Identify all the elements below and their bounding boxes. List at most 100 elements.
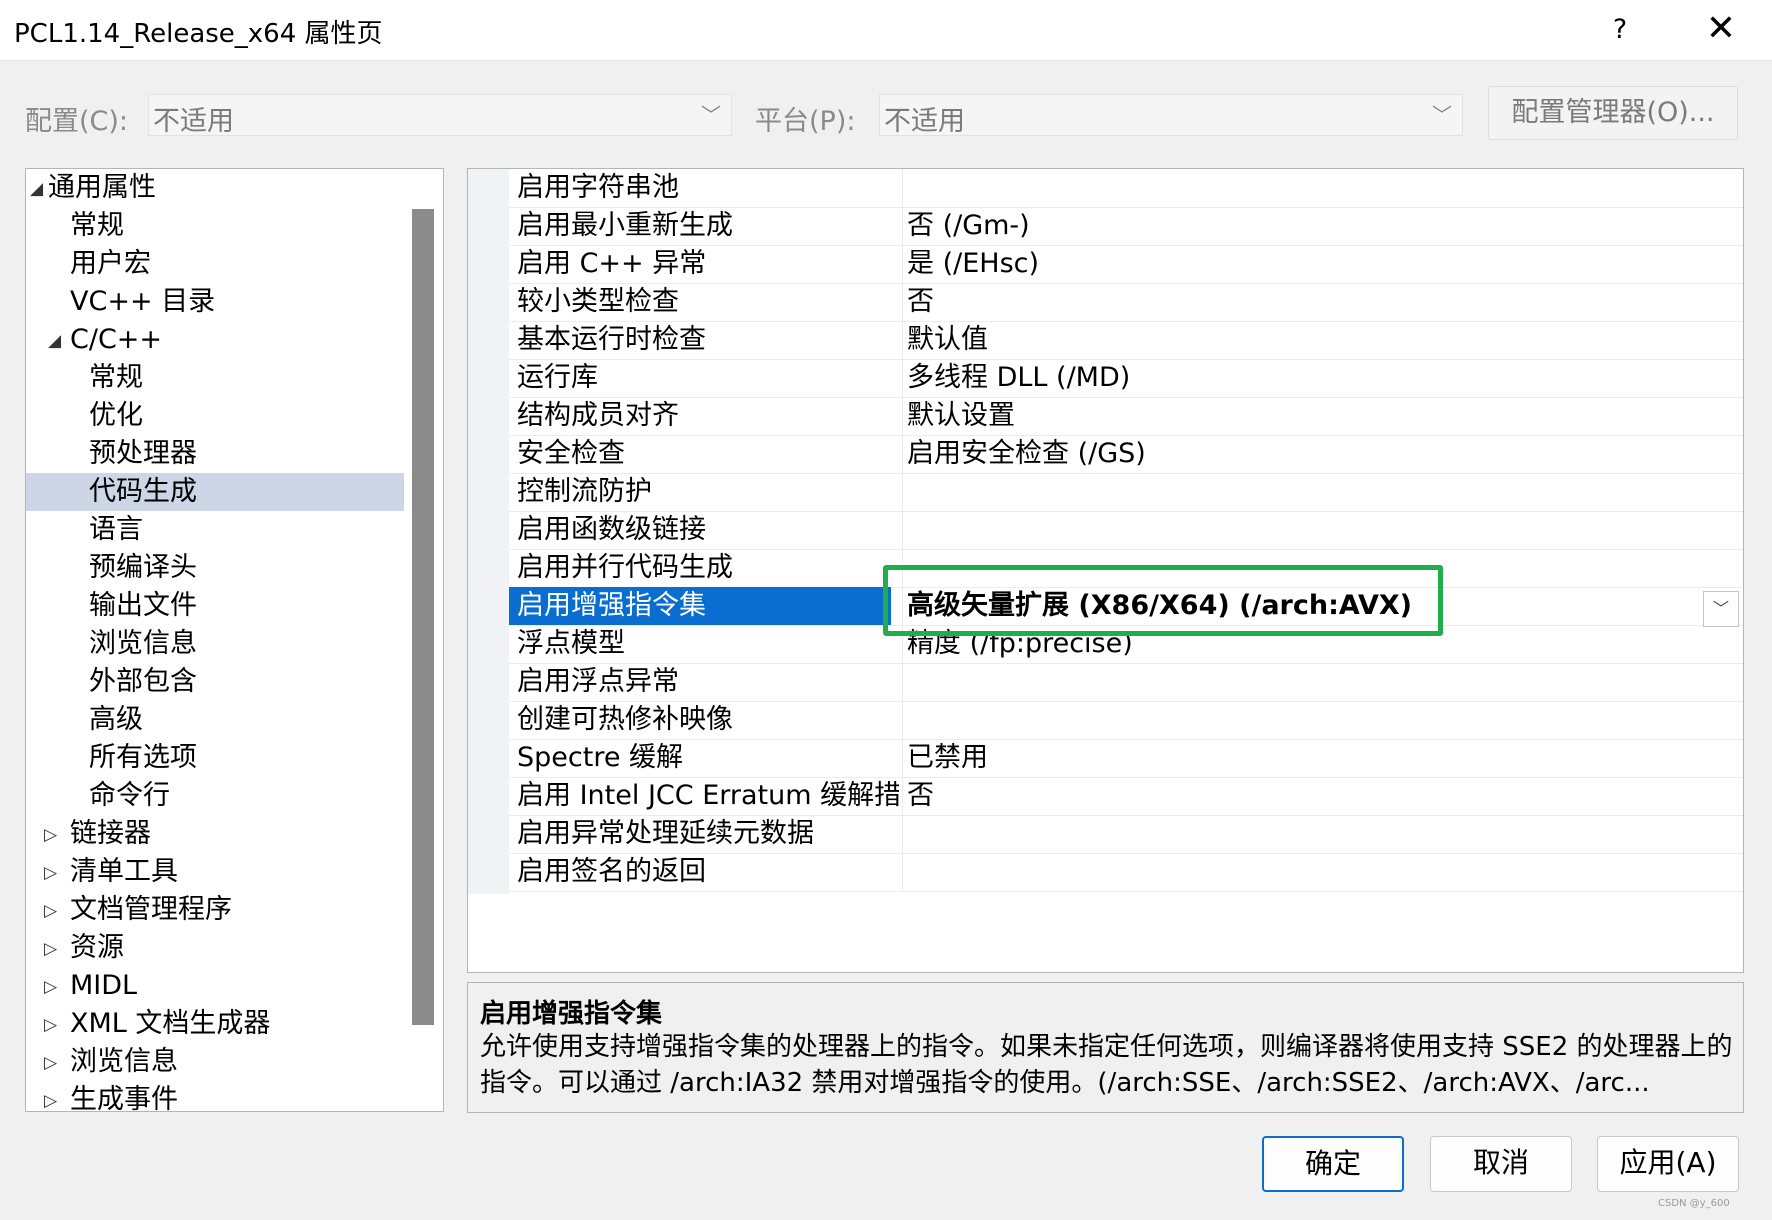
property-value[interactable]: 高级矢量扩展 (X86/X64) (/arch:AVX) [907,587,1412,625]
property-tree[interactable]: ◢ 通用属性 常规 用户宏 VC++ 目录 ◢ C/C++ 常规 优化 预处理器 代码生成 语言 预编译… [25,168,444,1112]
property-name: Spectre 缓解 [517,742,684,773]
tree-item-label: 资源 [70,932,124,963]
property-value[interactable]: 默认值 [907,321,988,359]
property-value[interactable]: 默认设置 [907,397,1015,435]
property-value[interactable]: 精度 (/fp:precise) [907,625,1133,663]
tree-scrollbar-thumb[interactable] [412,209,434,1025]
property-value[interactable]: 否 (/Gm-) [907,207,1030,245]
tree-item[interactable]: ▷ 清单工具 [26,853,404,891]
tree-item-label: 代码生成 [89,476,197,507]
column-divider [902,397,903,435]
column-divider [902,853,903,891]
property-value[interactable]: 启用安全检查 (/GS) [907,435,1146,473]
tree-item[interactable]: ▷ 文档管理程序 [26,891,404,929]
expand-arrow-icon[interactable]: ▷ [44,1082,57,1111]
help-button[interactable]: ? [1598,8,1642,52]
tree-item[interactable]: 浏览信息 [26,625,404,663]
config-manager-button[interactable]: 配置管理器(O)... [1488,86,1738,140]
property-row[interactable]: 安全检查 启用安全检查 (/GS) [509,435,1743,474]
property-row[interactable]: 结构成员对齐 默认设置 [509,397,1743,436]
property-row[interactable]: 启用函数级链接 [509,511,1743,550]
property-row[interactable]: 启用最小重新生成 否 (/Gm-) [509,207,1743,246]
property-row[interactable]: 启用字符串池 [509,169,1743,208]
collapse-arrow-icon[interactable]: ◢ [30,170,43,208]
property-name: 启用字符串池 [517,172,679,203]
grid-gutter [468,169,509,894]
tree-item[interactable]: 高级 [26,701,404,739]
close-button[interactable]: ✕ [1696,4,1746,54]
tree-item[interactable]: 用户宏 [26,245,404,283]
property-name: 结构成员对齐 [517,400,679,431]
expand-arrow-icon[interactable]: ▷ [44,1044,57,1082]
tree-item[interactable]: ◢ C/C++ [26,321,404,359]
property-row[interactable]: 创建可热修补映像 [509,701,1743,740]
tree-item[interactable]: 常规 [26,359,404,397]
tree-item[interactable]: 预处理器 [26,435,404,473]
tree-item[interactable]: ▷ XML 文档生成器 [26,1005,404,1043]
property-row[interactable]: 基本运行时检查 默认值 [509,321,1743,360]
tree-item[interactable]: 所有选项 [26,739,404,777]
property-name: 启用签名的返回 [517,856,706,887]
tree-item[interactable]: 优化 [26,397,404,435]
property-row[interactable]: 启用 Intel JCC Erratum 缓解措施否 [509,777,1743,816]
expand-arrow-icon[interactable]: ▷ [44,968,57,1006]
expand-arrow-icon[interactable]: ▷ [44,816,57,854]
value-dropdown-button[interactable]: ﹀ [1703,591,1739,627]
tree-item[interactable]: 代码生成 [26,473,404,511]
tree-item[interactable]: 语言 [26,511,404,549]
property-row[interactable]: 启用 C++ 异常 是 (/EHsc) [509,245,1743,284]
property-value[interactable]: 已禁用 [907,739,988,777]
expand-arrow-icon[interactable]: ▷ [44,892,57,930]
config-combobox[interactable]: 不适用 ﹀ [148,94,732,137]
column-divider [902,169,903,207]
property-row[interactable]: 启用签名的返回 [509,853,1743,892]
column-divider [902,321,903,359]
property-row[interactable]: Spectre 缓解 已禁用 [509,739,1743,778]
tree-item[interactable]: 输出文件 [26,587,404,625]
property-value[interactable]: 否 [907,283,934,321]
property-row[interactable]: 启用浮点异常 [509,663,1743,702]
tree-item-label: 命令行 [89,780,170,811]
tree-item[interactable]: ▷ MIDL [26,967,404,1005]
tree-item-label: 常规 [89,362,143,393]
tree-item[interactable]: VC++ 目录 [26,283,404,321]
property-value[interactable]: 否 [907,777,934,815]
property-name: 控制流防护 [517,476,652,507]
tree-item-label: 通用属性 [48,172,156,203]
tree-item[interactable]: ▷ 浏览信息 [26,1043,404,1081]
tree-item[interactable]: 常规 [26,207,404,245]
apply-button[interactable]: 应用(A) [1597,1136,1739,1192]
tree-item[interactable]: 外部包含 [26,663,404,701]
collapse-arrow-icon[interactable]: ◢ [48,322,61,360]
property-row[interactable]: 浮点模型 精度 (/fp:precise) [509,625,1743,664]
expand-arrow-icon[interactable]: ▷ [44,1006,57,1044]
chevron-down-icon: ﹀ [1432,103,1452,127]
tree-item[interactable]: 命令行 [26,777,404,815]
property-row[interactable]: 启用增强指令集 高级矢量扩展 (X86/X64) (/arch:AVX) [509,587,1743,626]
column-divider [902,815,903,853]
property-row[interactable]: 控制流防护 [509,473,1743,512]
tree-item-label: 外部包含 [89,666,197,697]
expand-arrow-icon[interactable]: ▷ [44,854,57,892]
tree-item[interactable]: ▷ 资源 [26,929,404,967]
property-grid[interactable]: 启用字符串池启用最小重新生成 否 (/Gm-) 启用 C++ 异常 是 (/EHsc)… [467,168,1744,973]
property-value[interactable]: 是 (/EHsc) [907,245,1039,283]
tree-item[interactable]: ▷ 生成事件 [26,1081,404,1111]
tree-item[interactable]: 预编译头 [26,549,404,587]
property-row[interactable]: 较小类型检查 否 [509,283,1743,322]
tree-item-label: 链接器 [70,818,151,849]
ok-button[interactable]: 确定 [1262,1136,1404,1192]
cancel-button[interactable]: 取消 [1430,1136,1572,1192]
platform-combobox-value: 不适用 [884,106,965,137]
platform-combobox[interactable]: 不适用 ﹀ [879,94,1463,137]
tree-item-label: 文档管理程序 [70,894,232,925]
property-row[interactable]: 运行库 多线程 DLL (/MD) [509,359,1743,398]
tree-item[interactable]: ▷ 链接器 [26,815,404,853]
tree-item-label: 常规 [70,210,124,241]
tree-item[interactable]: ◢ 通用属性 [26,169,404,207]
column-divider [902,435,903,473]
property-value[interactable]: 多线程 DLL (/MD) [907,359,1130,397]
property-row[interactable]: 启用异常处理延续元数据 [509,815,1743,854]
expand-arrow-icon[interactable]: ▷ [44,930,57,968]
property-row[interactable]: 启用并行代码生成 [509,549,1743,588]
